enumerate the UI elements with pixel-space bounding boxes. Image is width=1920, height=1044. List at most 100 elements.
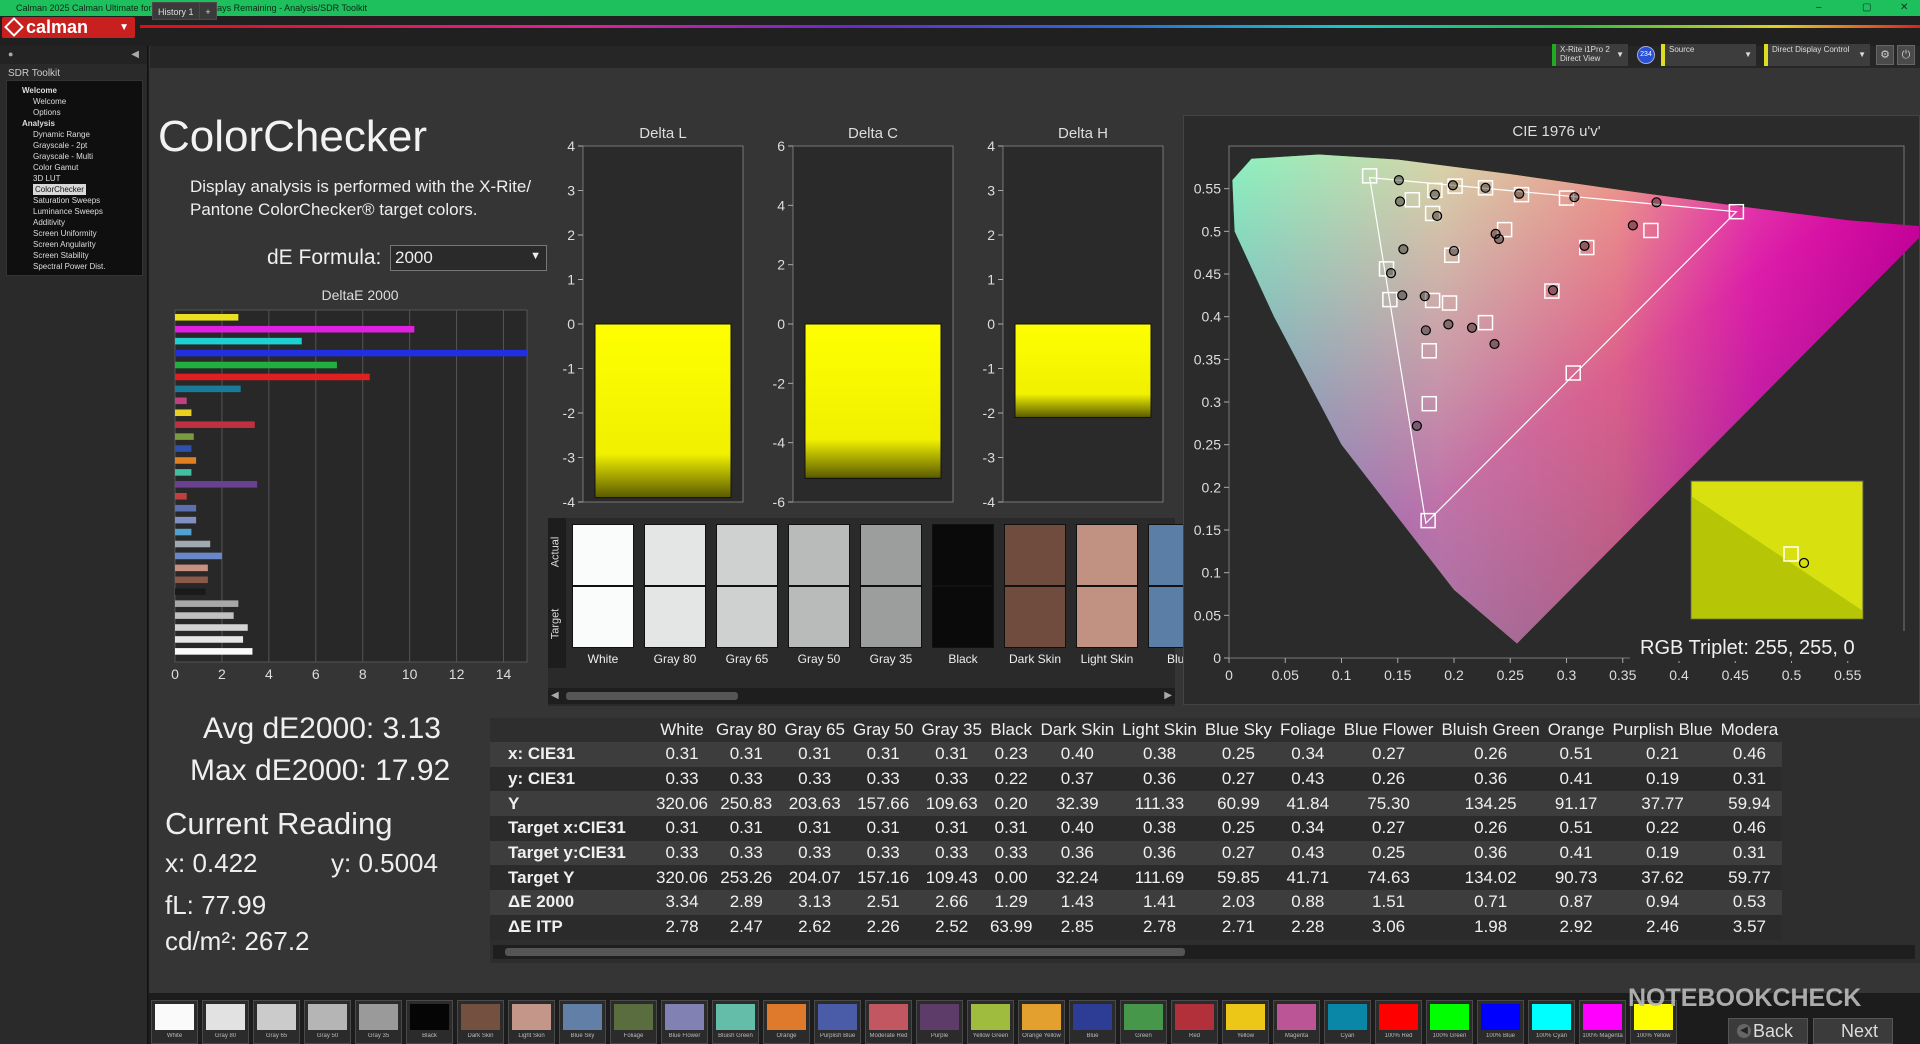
tree-item[interactable]: Screen Uniformity xyxy=(7,228,142,239)
de-formula-select[interactable]: 2000 ▼ xyxy=(390,245,547,271)
source-label: Source xyxy=(1669,45,1695,54)
table-cell: 0.38 xyxy=(1118,816,1201,841)
tree-item[interactable]: Grayscale - Multi xyxy=(7,151,142,162)
tree-item[interactable]: Screen Stability xyxy=(7,250,142,261)
tree-item-label: Additivity xyxy=(33,218,66,227)
patch-button[interactable]: 100% Cyan xyxy=(1528,1000,1575,1044)
add-tab-button[interactable]: + xyxy=(199,2,217,20)
patch-button[interactable]: Bluish Green xyxy=(712,1000,759,1044)
patch-button[interactable]: Foliage xyxy=(610,1000,657,1044)
patch-button[interactable]: Blue Sky xyxy=(559,1000,606,1044)
collapse-left-icon[interactable]: ◀ xyxy=(131,49,139,60)
calman-menu-button[interactable]: calman ▼ xyxy=(2,17,135,38)
patch-button[interactable]: Yellow Green xyxy=(967,1000,1014,1044)
table-cell: 3.06 xyxy=(1339,914,1438,940)
patch-button[interactable]: Moderate Red xyxy=(865,1000,912,1044)
swatch-scrollbar[interactable]: ◀ ▶ xyxy=(548,688,1175,704)
tick-label: 0 xyxy=(1213,650,1221,666)
tab-history-1[interactable]: History 1 xyxy=(152,2,200,20)
patch-button[interactable]: Gray 50 xyxy=(304,1000,351,1044)
patch-button[interactable]: Orange xyxy=(763,1000,810,1044)
patch-button[interactable]: White xyxy=(151,1000,198,1044)
meter-dropdown[interactable]: X-Rite i1Pro 2 Direct View ▼ xyxy=(1552,44,1628,66)
patch-button[interactable]: Purplish Blue xyxy=(814,1000,861,1044)
back-button[interactable]: ◀ Back xyxy=(1728,1018,1808,1044)
patch-button[interactable]: Gray 80 xyxy=(202,1000,249,1044)
swatch-actual xyxy=(932,524,994,586)
patch-label: Gray 65 xyxy=(265,1033,288,1039)
tree-item[interactable]: Saturation Sweeps xyxy=(7,195,142,206)
patch-button[interactable]: 100% Blue xyxy=(1477,1000,1524,1044)
tree-item[interactable]: Color Gamut xyxy=(7,162,142,173)
patch-label: 100% Green xyxy=(1432,1033,1467,1039)
scroll-right-icon[interactable]: ▶ xyxy=(1164,690,1172,701)
table-cell: 1.29 xyxy=(985,890,1037,915)
delta-l-chart: Delta L 4 3 2 1 0 -1 -2 -3 -4 xyxy=(563,125,744,510)
tree-item[interactable]: Welcome xyxy=(7,85,142,96)
patch-button[interactable]: 100% Magenta xyxy=(1579,1000,1626,1044)
tree-item[interactable]: Spectral Power Dist. xyxy=(7,261,142,272)
tree-item[interactable]: Luminance Sweeps xyxy=(7,206,142,217)
tree-item[interactable]: Screen Angularity xyxy=(7,239,142,250)
patch-button[interactable]: Yellow xyxy=(1222,1000,1269,1044)
table-cell: 2.85 xyxy=(1036,914,1119,940)
table-cell: 0.40 xyxy=(1036,816,1119,841)
tree-item[interactable]: Options xyxy=(7,107,142,118)
scroll-thumb[interactable] xyxy=(505,948,1185,956)
scroll-thumb[interactable] xyxy=(566,692,738,700)
patch-label: Purplish Blue xyxy=(819,1033,856,1039)
meter-status-badge[interactable]: 234 xyxy=(1637,46,1655,64)
scroll-left-icon[interactable]: ◀ xyxy=(551,690,559,701)
patch-button[interactable]: Blue Flower xyxy=(661,1000,708,1044)
tree-item[interactable]: Welcome xyxy=(7,96,142,107)
swatch-label: Black xyxy=(948,652,978,666)
next-button[interactable]: Next xyxy=(1813,1018,1893,1044)
close-button[interactable]: ✕ xyxy=(1900,0,1908,16)
table-cell: 59.85 xyxy=(1200,865,1276,891)
patch-label: Bluish Green xyxy=(718,1033,753,1039)
column-header: Modera xyxy=(1720,720,1779,739)
patch-button[interactable]: 100% Red xyxy=(1375,1000,1422,1044)
source-dropdown[interactable]: Source ▼ xyxy=(1661,44,1756,66)
patch-button[interactable]: Light Skin xyxy=(508,1000,555,1044)
table-scrollbar[interactable] xyxy=(493,945,1915,959)
table-cell: 0.33 xyxy=(985,840,1037,866)
column-header: Gray 50 xyxy=(852,720,914,739)
meter-mode: Direct View xyxy=(1560,54,1601,63)
table-cell: 0.22 xyxy=(1608,816,1717,841)
display-dropdown[interactable]: Direct Display Control ▼ xyxy=(1764,44,1870,66)
maximize-button[interactable]: ▢ xyxy=(1862,0,1871,16)
column-header: Purplish Blue xyxy=(1612,720,1713,739)
tree-item[interactable]: ColorChecker xyxy=(7,184,142,195)
patch-button[interactable]: Green xyxy=(1120,1000,1167,1044)
patch-button[interactable]: Blue xyxy=(1069,1000,1116,1044)
minimize-button[interactable]: – xyxy=(1816,0,1822,16)
patch-button[interactable]: Gray 65 xyxy=(253,1000,300,1044)
patch-button[interactable]: Gray 35 xyxy=(355,1000,402,1044)
patch-label: Red xyxy=(1188,1033,1200,1039)
patch-button[interactable]: Black xyxy=(406,1000,453,1044)
tree-item[interactable]: Analysis xyxy=(7,118,142,129)
chart-title: Delta H xyxy=(1058,125,1108,142)
tree-item[interactable]: 3D LUT xyxy=(7,173,142,184)
patch-label: Cyan xyxy=(1340,1033,1355,1039)
tree-item[interactable]: Grayscale - 2pt xyxy=(7,140,142,151)
patch-color xyxy=(1430,1004,1469,1030)
table-cell: 0.21 xyxy=(1608,742,1717,767)
patch-button[interactable]: Purple xyxy=(916,1000,963,1044)
tree-item[interactable]: Additivity xyxy=(7,217,142,228)
patch-button[interactable]: Dark Skin xyxy=(457,1000,504,1044)
settings-gear-icon[interactable]: ⚙ xyxy=(1876,45,1894,65)
patch-button[interactable]: Magenta xyxy=(1273,1000,1320,1044)
tick-label: 0 xyxy=(171,666,179,682)
pin-icon[interactable]: ● xyxy=(8,49,13,59)
patch-button[interactable]: Orange Yellow xyxy=(1018,1000,1065,1044)
patch-button[interactable]: Cyan xyxy=(1324,1000,1371,1044)
patch-button[interactable]: Red xyxy=(1171,1000,1218,1044)
patch-button[interactable]: 100% Green xyxy=(1426,1000,1473,1044)
table-cell: 0.19 xyxy=(1608,766,1717,792)
connect-icon[interactable]: ⏻ xyxy=(1897,45,1915,65)
table-cell: 0.33 xyxy=(712,840,781,866)
tick-label: 0.3 xyxy=(1557,667,1577,683)
tree-item[interactable]: Dynamic Range xyxy=(7,129,142,140)
